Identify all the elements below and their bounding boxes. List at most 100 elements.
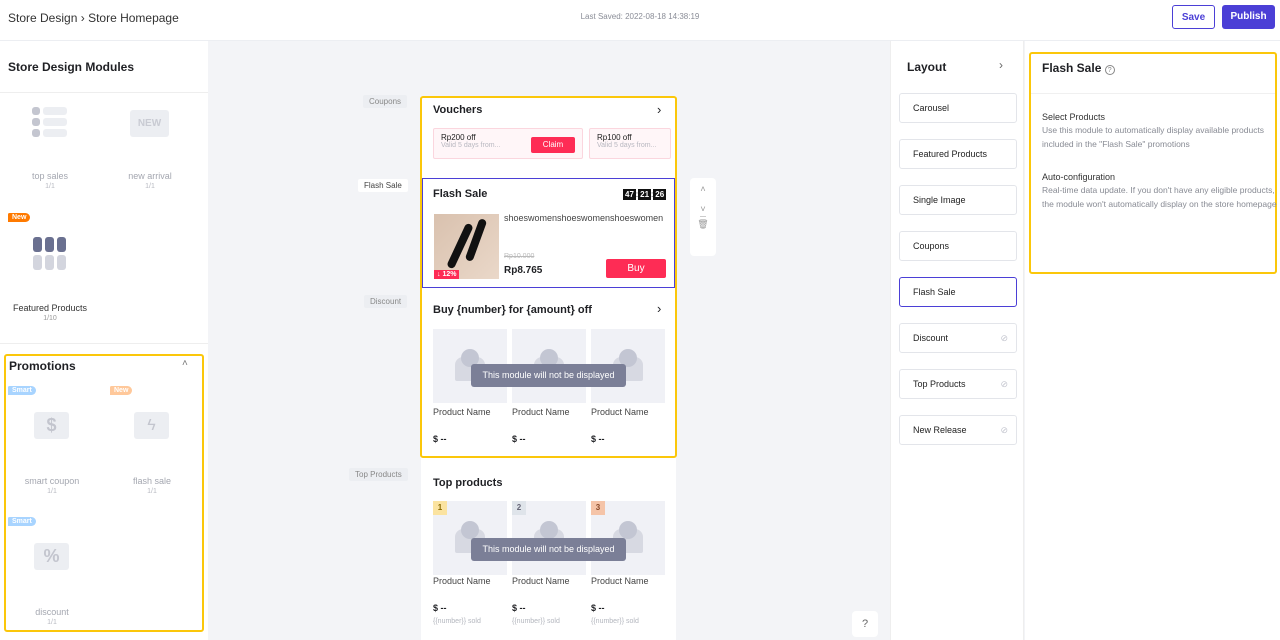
new-badge: New: [8, 213, 31, 222]
product-price: $ --: [512, 603, 526, 613]
promotions-title: Promotions: [9, 359, 76, 373]
flash-sale-module[interactable]: Flash Sale 47:21:26 ↓ 12% shoeswomenshoe…: [422, 178, 675, 288]
panel-title: Store Design Modules: [8, 60, 135, 74]
module-smart-coupon[interactable]: Smart $ smart coupon 1/1: [2, 386, 102, 501]
settings-highlight: Flash Sale ? Select Products Use this mo…: [1029, 52, 1277, 274]
product-price: $ --: [433, 434, 447, 444]
tag-coupons[interactable]: Coupons: [363, 95, 408, 108]
product-image: ↓ 12%: [434, 214, 499, 279]
module-discount[interactable]: Smart % discount 1/1: [2, 517, 102, 632]
eye-hidden-icon[interactable]: ⊘: [1000, 416, 1008, 444]
rank-badge: 2: [512, 501, 526, 515]
smart-badge: Smart: [8, 386, 36, 395]
move-down-icon[interactable]: ˅: [690, 204, 716, 214]
chevron-right-icon[interactable]: ›: [657, 301, 661, 316]
section-select-products: Select Products Use this module to autom…: [1042, 112, 1274, 151]
settings-panel: Flash Sale ? Select Products Use this mo…: [1025, 41, 1280, 640]
product-name: Product Name: [591, 407, 649, 417]
module-name: flash sale: [132, 476, 172, 486]
section-heading: Auto-configuration: [1042, 172, 1116, 182]
claim-button[interactable]: Claim: [531, 137, 575, 153]
save-button[interactable]: Save: [1172, 5, 1215, 29]
module-actions: ˄ ˅ 🗑: [690, 178, 716, 256]
discount-title: Buy {number} for {amount} off: [433, 304, 592, 316]
layout-item-single-image[interactable]: Single Image: [899, 185, 1017, 215]
product-price: $ --: [433, 603, 447, 613]
module-featured-products[interactable]: New Featured Products 1/10: [0, 213, 100, 333]
eye-hidden-icon[interactable]: ⊘: [1000, 370, 1008, 398]
new-badge: New: [110, 386, 133, 395]
layout-title: Layout: [907, 60, 947, 74]
discount-module[interactable]: Buy {number} for {amount} off › This mod…: [421, 289, 676, 457]
voucher-card: Rp200 off Valid 5 days from... Claim: [433, 128, 583, 159]
tag-discount[interactable]: Discount: [364, 295, 408, 308]
discount-badge: ↓ 12%: [434, 270, 460, 279]
sold-count: {{number}} sold: [591, 618, 639, 625]
module-count: 1/1: [145, 183, 155, 190]
hidden-module-notice: This module will not be displayed: [471, 538, 626, 561]
settings-title: Flash Sale ?: [1042, 61, 1115, 75]
top-bar: Store Design › Store Homepage Last Saved…: [0, 0, 1280, 41]
rank-badge: 3: [591, 501, 605, 515]
voucher-card: Rp100 off Valid 5 days from...: [589, 128, 671, 159]
buy-button[interactable]: Buy: [606, 259, 666, 278]
module-name: discount: [35, 607, 69, 617]
publish-button[interactable]: Publish: [1222, 5, 1275, 29]
section-heading: Select Products: [1042, 112, 1106, 122]
layout-item-carousel[interactable]: Carousel: [899, 93, 1017, 123]
layout-item-coupons[interactable]: Coupons: [899, 231, 1017, 261]
layout-item-flash-sale[interactable]: Flash Sale: [899, 277, 1017, 307]
module-count: 1/1: [47, 619, 57, 626]
module-new-arrival[interactable]: NEW new arrival 1/1: [100, 107, 200, 207]
layout-item-top-products[interactable]: Top Products ⊘: [899, 369, 1017, 399]
product-price: $ --: [591, 603, 605, 613]
rank-badge: 1: [433, 501, 447, 515]
new-icon: NEW: [130, 110, 169, 137]
module-count: 1/1: [47, 488, 57, 495]
module-count: 1/1: [147, 488, 157, 495]
layout-panel: Layout › Carousel Featured Products Sing…: [890, 41, 1024, 640]
original-price: Rp10.000: [504, 253, 535, 260]
module-name: Featured Products: [12, 303, 88, 313]
product-name: Product Name: [433, 576, 491, 586]
last-saved: Last Saved: 2022-08-18 14:38:19: [580, 12, 700, 21]
delete-icon[interactable]: 🗑: [690, 219, 716, 230]
layout-item-discount[interactable]: Discount ⊘: [899, 323, 1017, 353]
chevron-right-icon[interactable]: ›: [999, 58, 1003, 72]
vouchers-module[interactable]: Vouchers › Rp200 off Valid 5 days from..…: [421, 96, 676, 178]
section-text: Real-time data update. If you don't have…: [1042, 185, 1277, 209]
voucher-amount: Rp100 off: [597, 133, 632, 142]
eye-hidden-icon[interactable]: ⊘: [1000, 324, 1008, 352]
product-name: Product Name: [512, 576, 570, 586]
top-products-module[interactable]: Top products 1 2 3 This module will not …: [421, 466, 676, 640]
percent-icon: %: [34, 543, 69, 570]
info-icon[interactable]: ?: [1104, 65, 1115, 75]
layout-item-new-release[interactable]: New Release ⊘: [899, 415, 1017, 445]
countdown-timer: 47:21:26: [623, 189, 667, 200]
tag-top-products[interactable]: Top Products: [349, 468, 408, 481]
flash-sale-title: Flash Sale: [433, 188, 488, 200]
tag-flash-sale[interactable]: Flash Sale: [358, 179, 408, 192]
vouchers-title: Vouchers: [433, 104, 483, 116]
product-name: Product Name: [591, 576, 649, 586]
top-products-title: Top products: [433, 477, 503, 489]
promotions-section: Promotions ˄ Smart $ smart coupon 1/1 New…: [4, 354, 204, 632]
module-top-sales[interactable]: top sales 1/1: [0, 107, 100, 207]
module-count: 1/1: [45, 183, 55, 190]
sold-count: {{number}} sold: [433, 618, 481, 625]
module-flash-sale[interactable]: New ϟ flash sale 1/1: [102, 386, 202, 501]
chevron-up-icon[interactable]: ˄: [182, 358, 188, 369]
store-preview: Vouchers › Rp200 off Valid 5 days from..…: [421, 96, 676, 640]
help-icon[interactable]: ?: [852, 611, 878, 637]
product-name: shoeswomenshoeswomenshoeswomen: [504, 213, 664, 223]
move-up-icon[interactable]: ˄: [690, 184, 716, 194]
module-name: smart coupon: [24, 476, 80, 486]
lightning-icon: ϟ: [134, 412, 169, 439]
voucher-validity: Valid 5 days from...: [597, 142, 657, 149]
smart-badge: Smart: [8, 517, 36, 526]
section-text: Use this module to automatically display…: [1042, 125, 1265, 149]
chevron-right-icon[interactable]: ›: [657, 102, 661, 117]
layout-item-featured-products[interactable]: Featured Products: [899, 139, 1017, 169]
product-name: Product Name: [433, 407, 491, 417]
section-auto-configuration: Auto-configuration Real-time data update…: [1042, 172, 1277, 211]
